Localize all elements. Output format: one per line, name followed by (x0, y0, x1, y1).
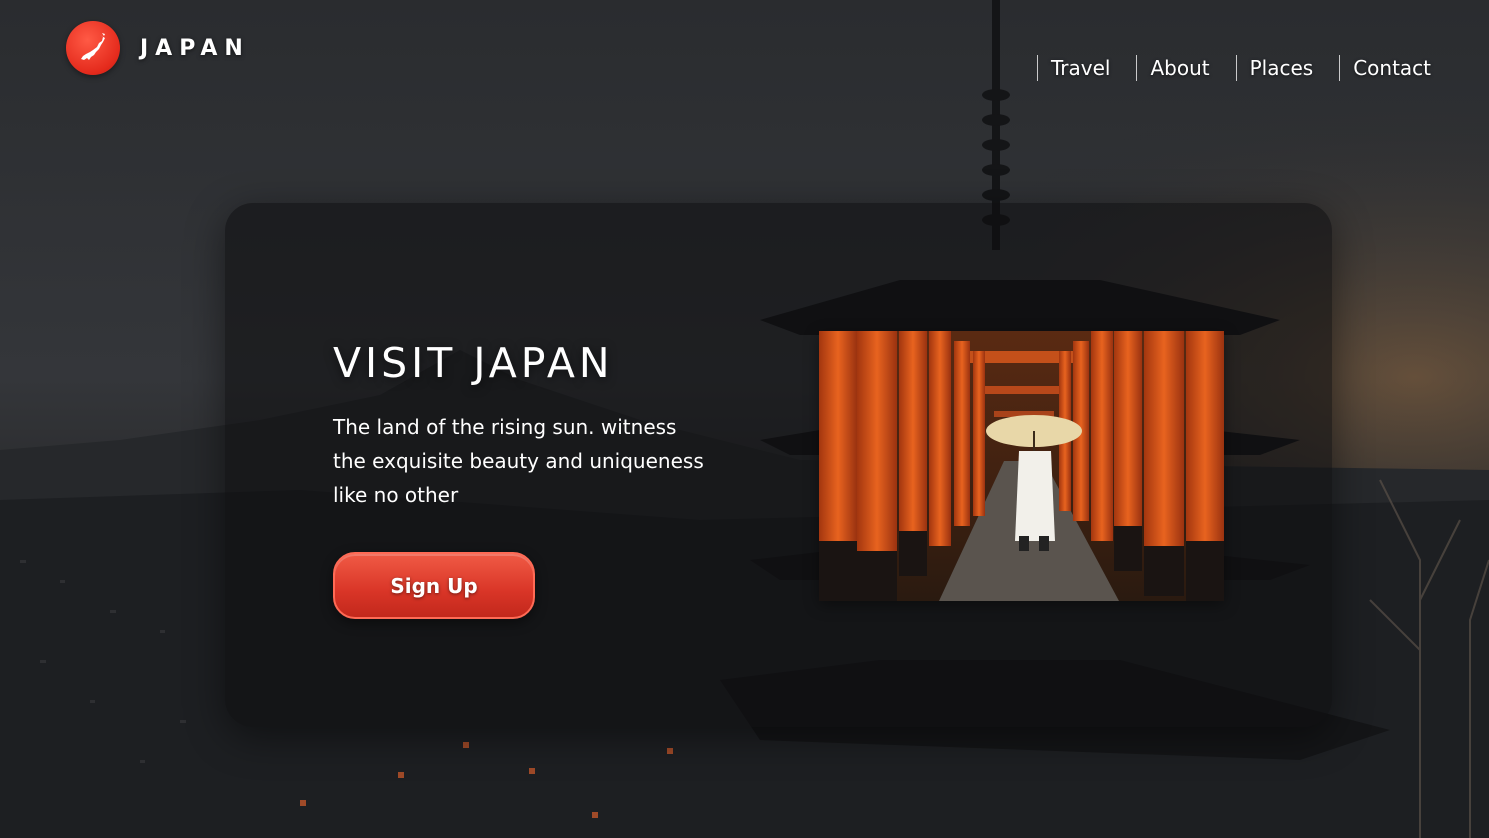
nav-link-travel[interactable]: Travel (1037, 55, 1110, 81)
nav-link-contact[interactable]: Contact (1339, 55, 1431, 81)
brand-logo[interactable]: JAPAN (66, 21, 250, 75)
hero-card: VISIT JAPAN The land of the rising sun. … (225, 203, 1332, 727)
hero-title: VISIT JAPAN (333, 339, 614, 387)
hero-description: The land of the rising sun. witness the … (333, 415, 704, 507)
nav-link-about[interactable]: About (1136, 55, 1210, 81)
brand-name: JAPAN (140, 35, 250, 61)
main-nav: Travel About Places Contact (1011, 55, 1431, 81)
site-header: JAPAN Travel About Places Contact (0, 0, 1489, 120)
torii-gate-corridor-photo (819, 331, 1224, 601)
japan-map-icon (66, 21, 120, 75)
nav-link-places[interactable]: Places (1235, 55, 1313, 81)
sign-up-button[interactable]: Sign Up (333, 552, 535, 619)
